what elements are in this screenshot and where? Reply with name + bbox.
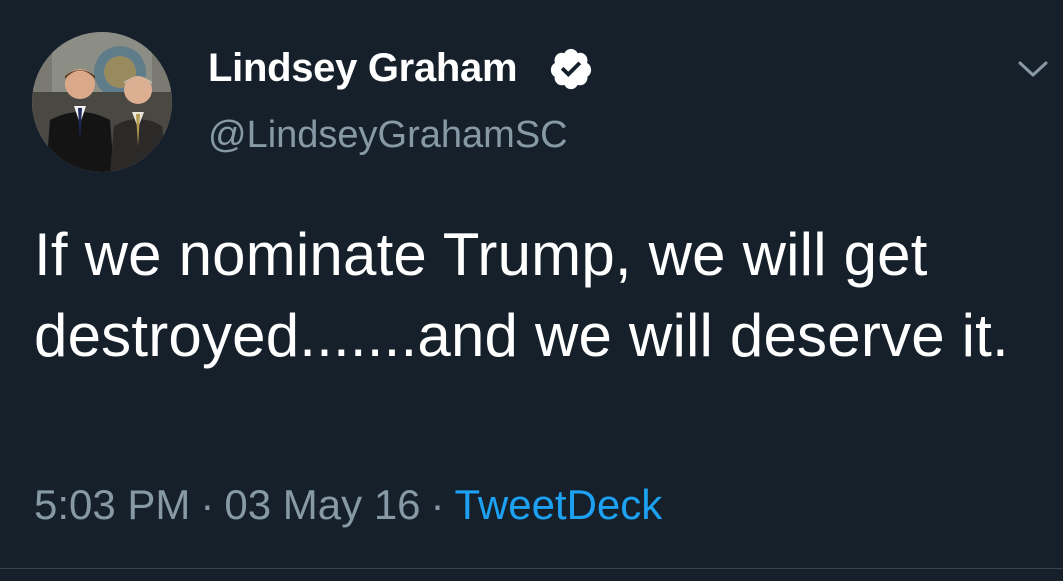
user-handle[interactable]: @LindseyGrahamSC	[208, 112, 568, 158]
display-name[interactable]: Lindsey Graham	[208, 44, 518, 92]
tweet-date[interactable]: 03 May 16	[224, 481, 420, 528]
avatar-photo	[32, 32, 172, 172]
tweet-text: If we nominate Trump, we will get destro…	[34, 221, 1009, 369]
tweet-source-link[interactable]: TweetDeck	[455, 481, 663, 528]
verified-badge-icon	[550, 48, 592, 90]
chevron-down-icon[interactable]	[1016, 58, 1050, 80]
tweet-card: Lindsey Graham @LindseyGrahamSC If we no…	[0, 0, 1063, 581]
separator-dot: ·	[430, 481, 445, 528]
avatar[interactable]	[32, 32, 172, 172]
tweet-time[interactable]: 5:03 PM	[34, 481, 190, 528]
divider	[0, 568, 1063, 569]
tweet-metadata: 5:03 PM · 03 May 16 · TweetDeck	[34, 480, 662, 530]
separator-dot: ·	[200, 481, 215, 528]
